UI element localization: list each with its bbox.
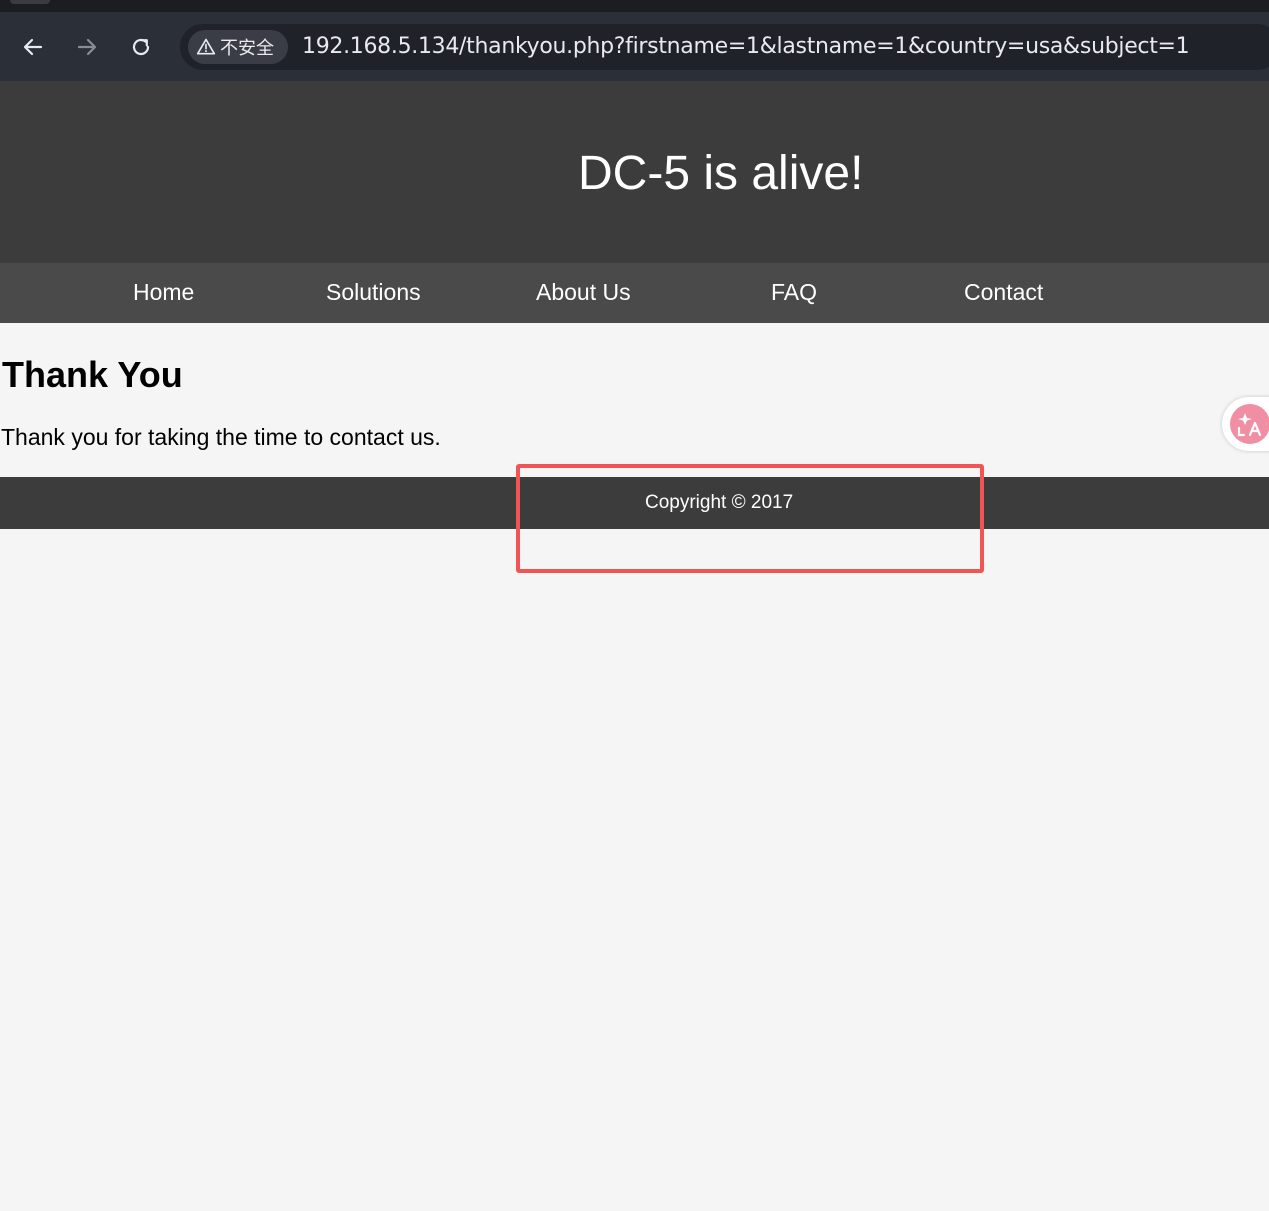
security-indicator[interactable]: 不安全 xyxy=(188,30,288,64)
back-button[interactable] xyxy=(20,34,46,60)
back-arrow-icon xyxy=(23,38,43,56)
thank-you-message: Thank you for taking the time to contact… xyxy=(1,424,441,450)
browser-tab[interactable] xyxy=(10,0,50,4)
security-label: 不安全 xyxy=(220,38,274,59)
nav-link-about-us[interactable]: About Us xyxy=(536,279,631,306)
translate-glyph xyxy=(1237,413,1262,437)
highlight-box xyxy=(516,464,984,573)
browser-toolbar: 不安全 192.168.5.134/thankyou.php?firstname… xyxy=(0,12,1269,82)
translate-icon[interactable] xyxy=(1230,404,1269,444)
forward-button[interactable] xyxy=(74,34,100,60)
page-heading: Thank You xyxy=(2,354,183,395)
translate-widget[interactable] xyxy=(1222,397,1269,451)
site-header: DC-5 is alive! xyxy=(0,82,1269,263)
site-title: DC-5 is alive! xyxy=(578,147,864,200)
nav-link-faq[interactable]: FAQ xyxy=(771,279,817,306)
site-nav: Home Solutions About Us FAQ Contact xyxy=(0,263,1269,323)
reload-icon xyxy=(132,38,150,56)
reload-button[interactable] xyxy=(128,34,154,60)
tab-strip xyxy=(0,0,1269,12)
address-bar[interactable]: 不安全 192.168.5.134/thankyou.php?firstname… xyxy=(180,24,1269,70)
forward-arrow-icon xyxy=(77,38,97,56)
nav-link-home[interactable]: Home xyxy=(133,279,194,306)
url-text[interactable]: 192.168.5.134/thankyou.php?firstname=1&l… xyxy=(302,34,1190,59)
nav-link-contact[interactable]: Contact xyxy=(964,279,1043,306)
warning-icon xyxy=(196,38,216,55)
nav-link-solutions[interactable]: Solutions xyxy=(326,279,421,306)
